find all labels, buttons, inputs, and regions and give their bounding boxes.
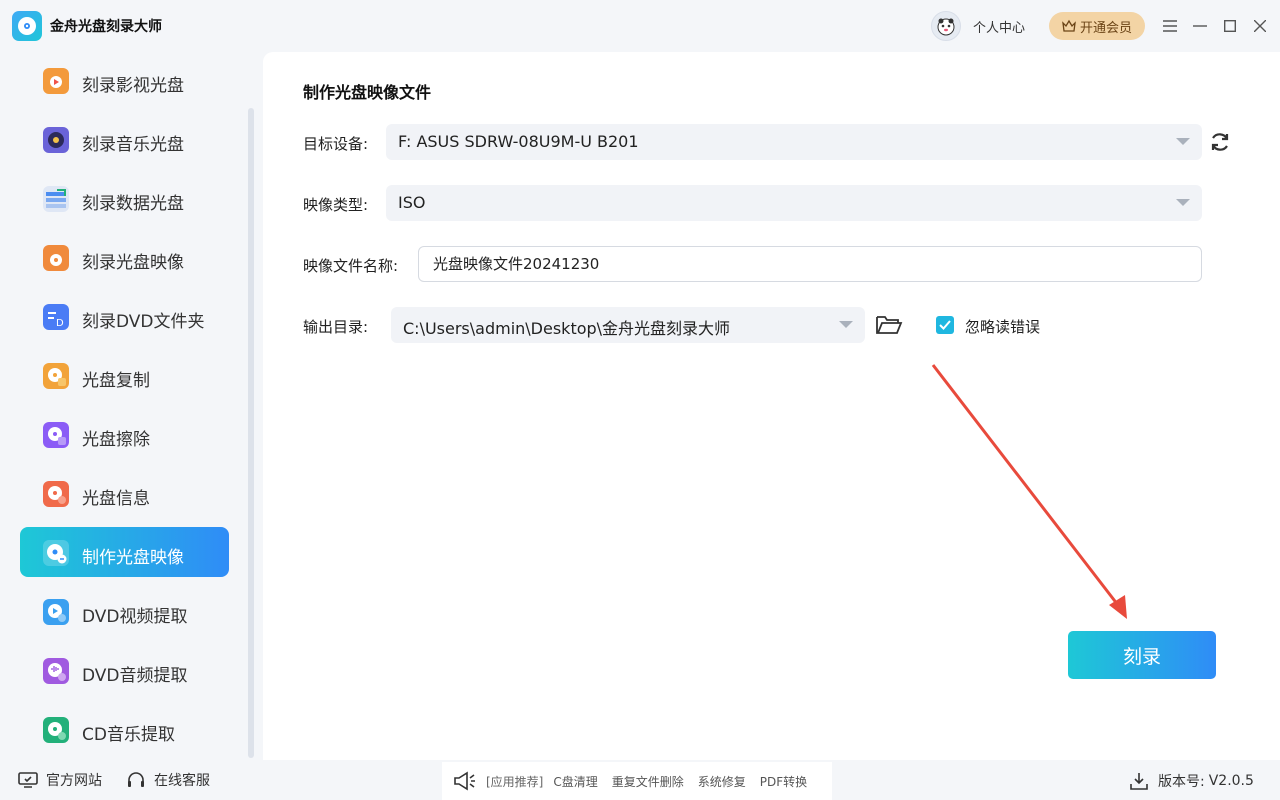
official-site-link[interactable]: 官方网站 — [18, 770, 102, 790]
recommend-tag: [应用推荐] — [486, 774, 544, 789]
vip-label: 开通会员 — [1079, 20, 1132, 36]
output-dir-value: C:\Users\admin\Desktop\金舟光盘刻录大师 — [403, 319, 731, 338]
burn-button[interactable]: 刻录 — [1068, 631, 1216, 679]
sidebar-item-label: 刻录影视光盘 — [82, 76, 184, 96]
close-icon[interactable] — [1250, 16, 1270, 36]
maximize-icon[interactable] — [1220, 16, 1240, 36]
make-image-icon — [43, 540, 69, 566]
main-panel: 制作光盘映像文件 目标设备: F: ASUS SDRW-08U9M-U B201… — [263, 52, 1280, 760]
dvd-video-extract-icon — [43, 599, 69, 625]
video-disc-icon — [43, 68, 69, 94]
rec-item-duplicate-delete[interactable]: 重复文件删除 — [612, 773, 684, 790]
rec-item-system-repair[interactable]: 系统修复 — [698, 773, 746, 790]
sidebar-item-erase-disc[interactable]: 光盘擦除 — [20, 409, 229, 459]
footer: 官方网站 在线客服 [应用推荐] C盘清理 重复文件删除 系统修复 PDF转换 … — [0, 760, 1280, 800]
app-title: 金舟光盘刻录大师 — [50, 19, 162, 35]
app-logo-icon — [12, 11, 42, 41]
version-value: V2.0.5 — [1208, 773, 1254, 789]
recommend-bar: [应用推荐] C盘清理 重复文件删除 系统修复 PDF转换 — [442, 762, 832, 800]
crown-icon — [1062, 19, 1076, 32]
sidebar-item-info-disc[interactable]: 光盘信息 — [20, 468, 229, 518]
sidebar-item-label: DVD音频提取 — [82, 666, 188, 686]
online-service-label: 在线客服 — [154, 773, 210, 789]
image-type-select[interactable]: ISO — [386, 185, 1202, 221]
ignore-errors-label: 忽略读错误 — [965, 318, 1041, 336]
online-service-link[interactable]: 在线客服 — [126, 770, 210, 790]
sidebar-item-copy-disc[interactable]: 光盘复制 — [20, 350, 229, 400]
ignore-errors-checkbox[interactable] — [936, 316, 954, 334]
monitor-icon — [18, 772, 38, 788]
rec-item-c-clean[interactable]: C盘清理 — [553, 773, 597, 790]
sidebar-item-label: DVD视频提取 — [82, 607, 188, 627]
vip-button[interactable]: 开通会员 — [1049, 12, 1145, 40]
sidebar-item-label: 刻录数据光盘 — [82, 194, 184, 214]
menu-icon[interactable] — [1160, 16, 1180, 36]
sidebar-item-make-image[interactable]: 制作光盘映像 — [20, 527, 229, 577]
svg-text:D: D — [56, 318, 64, 329]
headset-icon — [128, 772, 144, 787]
version-label: 版本号: — [1158, 774, 1205, 790]
file-name-label: 映像文件名称: — [303, 257, 399, 275]
sidebar-item-image-disc[interactable]: 刻录光盘映像 — [20, 232, 229, 282]
official-site-label: 官方网站 — [46, 773, 102, 789]
sidebar-item-music-disc[interactable]: 刻录音乐光盘 — [20, 114, 229, 164]
file-name-input[interactable]: 光盘映像文件20241230 — [418, 246, 1202, 282]
title-bar: 金舟光盘刻录大师 个人中心 开通会员 — [0, 0, 1280, 52]
target-device-value: F: ASUS SDRW-08U9M-U B201 — [398, 132, 639, 151]
target-device-label: 目标设备: — [303, 135, 369, 153]
image-type-value: ISO — [398, 193, 426, 212]
folder-open-icon[interactable] — [875, 313, 903, 337]
sidebar-item-dvd-folder[interactable]: D 刻录DVD文件夹 — [20, 291, 229, 341]
sidebar-item-label: 光盘擦除 — [82, 430, 150, 450]
info-disc-icon — [43, 481, 69, 507]
data-disc-icon — [43, 186, 69, 212]
music-disc-icon — [43, 127, 69, 153]
image-type-label: 映像类型: — [303, 196, 369, 214]
sidebar-scrollbar[interactable] — [248, 108, 254, 758]
sidebar-item-label: 刻录DVD文件夹 — [82, 312, 205, 332]
target-device-select[interactable]: F: ASUS SDRW-08U9M-U B201 — [386, 124, 1202, 160]
sidebar-item-video-disc[interactable]: 刻录影视光盘 — [20, 55, 229, 105]
image-disc-icon — [43, 245, 69, 271]
sidebar-item-label: 刻录音乐光盘 — [82, 135, 184, 155]
download-icon — [1130, 773, 1148, 790]
avatar[interactable] — [931, 11, 961, 41]
sidebar-item-label: 制作光盘映像 — [82, 548, 184, 568]
sidebar-item-label: CD音乐提取 — [82, 725, 175, 745]
dvd-audio-extract-icon — [43, 658, 69, 684]
chevron-down-icon — [1176, 138, 1190, 145]
sidebar-item-label: 光盘信息 — [82, 489, 150, 509]
sidebar-item-label: 光盘复制 — [82, 371, 150, 391]
output-dir-label: 输出目录: — [303, 318, 369, 336]
dvd-folder-icon: D — [43, 304, 69, 330]
erase-disc-icon — [43, 422, 69, 448]
refresh-icon[interactable] — [1208, 130, 1232, 154]
sidebar-item-cd-music-extract[interactable]: CD音乐提取 — [20, 704, 229, 754]
copy-disc-icon — [43, 363, 69, 389]
user-center-link[interactable]: 个人中心 — [973, 17, 1025, 36]
chevron-down-icon — [839, 321, 853, 328]
output-dir-select[interactable]: C:\Users\admin\Desktop\金舟光盘刻录大师 — [391, 307, 865, 343]
minimize-icon[interactable] — [1190, 16, 1210, 36]
megaphone-icon — [454, 771, 475, 791]
cd-music-extract-icon — [43, 717, 69, 743]
page-title: 制作光盘映像文件 — [303, 83, 432, 102]
sidebar-item-data-disc[interactable]: 刻录数据光盘 — [20, 173, 229, 223]
sidebar-item-dvd-audio-extract[interactable]: DVD音频提取 — [20, 645, 229, 695]
version-info[interactable]: 版本号: V2.0.5 — [1130, 771, 1254, 791]
sidebar-item-label: 刻录光盘映像 — [82, 253, 184, 273]
annotation-arrow — [931, 364, 1127, 619]
sidebar-item-dvd-video-extract[interactable]: DVD视频提取 — [20, 586, 229, 636]
chevron-down-icon — [1176, 199, 1190, 206]
sidebar: 刻录影视光盘 刻录音乐光盘 刻录数据光盘 刻录光盘映像 D 刻录DVD文件夹 光… — [0, 52, 258, 760]
rec-item-pdf-convert[interactable]: PDF转换 — [760, 773, 807, 790]
